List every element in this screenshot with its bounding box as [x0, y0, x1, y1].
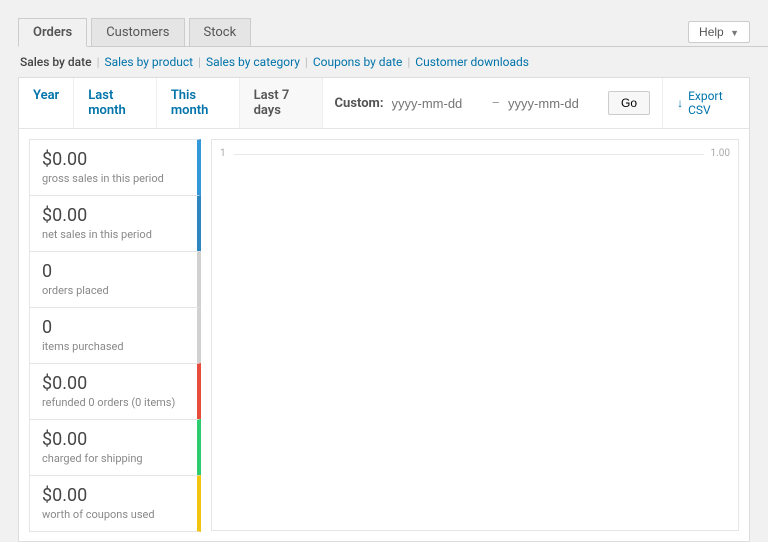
subnav-sales-by-product[interactable]: Sales by product: [104, 55, 193, 69]
chart-area: 1 1.00: [211, 139, 739, 531]
stat-coupons[interactable]: $0.00 worth of coupons used: [29, 475, 201, 532]
subnav-sales-by-date[interactable]: Sales by date: [20, 55, 92, 69]
help-label: Help: [699, 25, 724, 39]
subnav-sales-by-category[interactable]: Sales by category: [206, 55, 300, 69]
chart-gridline: [234, 154, 704, 155]
separator: |: [198, 55, 201, 69]
stat-shipping[interactable]: $0.00 charged for shipping: [29, 419, 201, 476]
download-icon: ↓: [677, 96, 683, 110]
date-from-input[interactable]: [392, 96, 484, 111]
stat-label: worth of coupons used: [42, 508, 185, 521]
date-dash: –: [492, 96, 501, 111]
tab-customers[interactable]: Customers: [91, 18, 184, 46]
stat-value: $0.00: [42, 429, 185, 450]
help-button[interactable]: Help ▼: [688, 21, 750, 43]
stat-value: $0.00: [42, 485, 185, 506]
stat-label: orders placed: [42, 284, 185, 297]
date-range-row: Year Last month This month Last 7 days C…: [19, 78, 749, 129]
stat-value: $0.00: [42, 205, 185, 226]
range-custom: Custom: – Go: [323, 78, 663, 128]
subnav-customer-downloads[interactable]: Customer downloads: [415, 55, 529, 69]
stat-value: $0.00: [42, 149, 185, 170]
separator: |: [407, 55, 410, 69]
chevron-down-icon: ▼: [730, 28, 739, 38]
report-subnav: Sales by date | Sales by product | Sales…: [20, 55, 768, 69]
report-body: $0.00 gross sales in this period $0.00 n…: [19, 129, 749, 541]
range-year[interactable]: Year: [19, 78, 74, 128]
tab-stock[interactable]: Stock: [189, 18, 252, 46]
range-last-month[interactable]: Last month: [74, 78, 157, 128]
tab-orders[interactable]: Orders: [18, 18, 87, 47]
main-tabs: Orders Customers Stock: [18, 18, 768, 47]
export-label: Export CSV: [688, 89, 735, 117]
date-to-input[interactable]: [508, 96, 600, 111]
subnav-coupons-by-date[interactable]: Coupons by date: [313, 55, 403, 69]
separator: |: [305, 55, 308, 69]
export-csv-button[interactable]: ↓ Export CSV: [662, 78, 749, 128]
stat-net-sales[interactable]: $0.00 net sales in this period: [29, 195, 201, 252]
range-last-7-days[interactable]: Last 7 days: [240, 78, 323, 128]
chart-right-tick: 1.00: [711, 148, 731, 159]
stat-value: 0: [42, 261, 185, 282]
custom-label: Custom:: [335, 96, 384, 111]
range-this-month[interactable]: This month: [157, 78, 240, 128]
stat-label: refunded 0 orders (0 items): [42, 396, 185, 409]
stat-label: net sales in this period: [42, 228, 185, 241]
stat-value: $0.00: [42, 373, 185, 394]
separator: |: [97, 55, 100, 69]
stat-label: gross sales in this period: [42, 172, 185, 185]
stat-orders-placed[interactable]: 0 orders placed: [29, 251, 201, 308]
chart-left-tick: 1: [220, 148, 226, 159]
stats-column: $0.00 gross sales in this period $0.00 n…: [29, 139, 201, 531]
report-panel: Year Last month This month Last 7 days C…: [18, 77, 750, 542]
stat-items-purchased[interactable]: 0 items purchased: [29, 307, 201, 364]
stat-label: charged for shipping: [42, 452, 185, 465]
stat-value: 0: [42, 317, 185, 338]
stat-gross-sales[interactable]: $0.00 gross sales in this period: [29, 139, 201, 196]
go-button[interactable]: Go: [608, 91, 650, 115]
stat-label: items purchased: [42, 340, 185, 353]
stat-refunded[interactable]: $0.00 refunded 0 orders (0 items): [29, 363, 201, 420]
